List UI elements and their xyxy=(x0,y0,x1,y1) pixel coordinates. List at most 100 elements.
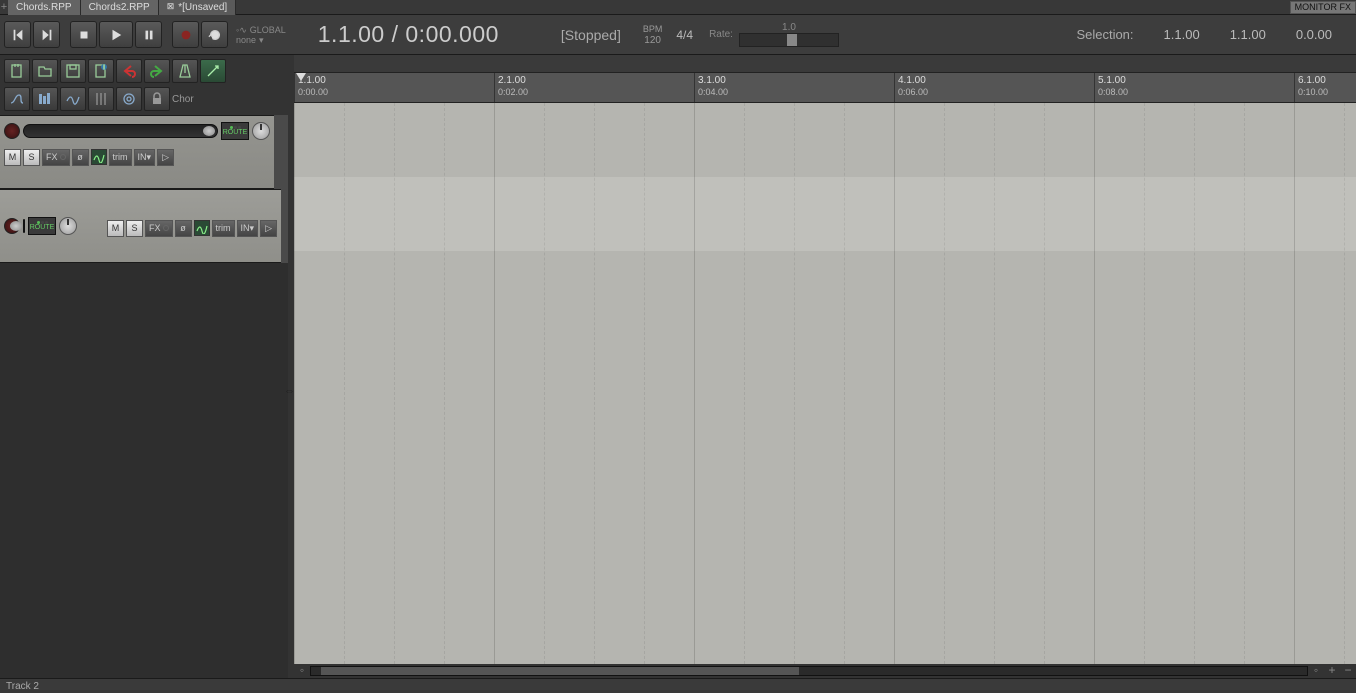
gridline-beat xyxy=(1244,103,1245,664)
add-tab-button[interactable]: + xyxy=(0,1,8,14)
project-tab[interactable]: Chords2.RPP xyxy=(81,0,159,15)
transport-bar: ◦∿GLOBAL none▾ 1.1.00 / 0:00.000 [Stoppe… xyxy=(0,15,1356,55)
project-tab[interactable]: Chords.RPP xyxy=(8,0,81,15)
gridline-beat xyxy=(1144,103,1145,664)
envelope-button[interactable] xyxy=(91,149,107,165)
project-settings-button[interactable]: i xyxy=(88,59,114,83)
ruler-mark: 5.1.000:08.00 xyxy=(1094,73,1128,102)
gridline-bar xyxy=(694,103,695,664)
project-tab-bar: + Chords.RPP Chords2.RPP ⊠ *[Unsaved] MO… xyxy=(0,0,1356,15)
timesig-display[interactable]: 4/4 xyxy=(676,28,693,42)
route-button[interactable]: ROUTE xyxy=(28,217,56,235)
main-toolbar: i Chor xyxy=(0,55,288,115)
global-automation-mode[interactable]: ◦∿GLOBAL none▾ xyxy=(236,25,286,45)
phase-button[interactable]: ø xyxy=(72,149,89,166)
chevron-down-icon: ▾ xyxy=(259,35,264,45)
pause-button[interactable] xyxy=(135,21,162,48)
track-panel[interactable]: ROUTE M S FX ø trim IN ▾ ▷ xyxy=(0,115,274,189)
ruler-mark: 6.1.000:10.00 xyxy=(1294,73,1328,102)
solo-button[interactable]: S xyxy=(23,149,40,166)
scroll-left-button[interactable]: ◦ xyxy=(294,664,310,678)
ruler-mark: 1.1.000:00.00 xyxy=(294,73,328,102)
envelope-button[interactable] xyxy=(194,220,210,236)
selection-display: Selection: 1.1.00 1.1.00 0.0.00 xyxy=(1076,27,1352,42)
repeat-button[interactable] xyxy=(201,21,228,48)
ruler-mark: 2.1.000:02.00 xyxy=(494,73,528,102)
gridline-beat xyxy=(994,103,995,664)
monitor-fx-button[interactable]: MONITOR FX xyxy=(1290,1,1356,14)
record-arm-button[interactable] xyxy=(4,123,20,139)
play-button[interactable] xyxy=(99,21,133,48)
open-project-button[interactable] xyxy=(32,59,58,83)
scroll-right-button[interactable]: ◦ xyxy=(1308,664,1324,678)
grid-lines-button[interactable] xyxy=(88,87,114,111)
record-mode-button[interactable]: ▷ xyxy=(157,149,174,166)
trim-button[interactable]: trim xyxy=(212,220,235,237)
horizontal-scrollbar[interactable]: ◦ ◦ + − xyxy=(294,664,1356,678)
input-button[interactable]: IN ▾ xyxy=(237,220,259,237)
zoom-in-button[interactable]: + xyxy=(1324,664,1340,678)
scrollbar-track[interactable] xyxy=(310,666,1308,676)
playrate-slider[interactable] xyxy=(739,33,839,47)
tab-label: *[Unsaved] xyxy=(178,2,227,13)
pan-knob[interactable] xyxy=(59,217,77,235)
envelope-move-button[interactable] xyxy=(60,87,86,111)
mute-button[interactable]: M xyxy=(4,149,21,166)
gridline-bar xyxy=(1094,103,1095,664)
close-tab-icon[interactable]: ⊠ xyxy=(167,2,175,12)
locking-button[interactable] xyxy=(144,87,170,111)
go-to-start-button[interactable] xyxy=(4,21,31,48)
volume-slider[interactable] xyxy=(23,124,218,138)
ruler-mark: 3.1.000:04.00 xyxy=(694,73,728,102)
phase-button[interactable]: ø xyxy=(175,220,192,237)
undo-button[interactable] xyxy=(116,59,142,83)
selection-end[interactable]: 1.1.00 xyxy=(1230,27,1266,42)
bpm-display[interactable]: BPM 120 xyxy=(643,23,663,47)
arrange-area[interactable] xyxy=(294,103,1356,664)
gridline-beat xyxy=(344,103,345,664)
ripple-edit-button[interactable] xyxy=(116,87,142,111)
save-project-button[interactable] xyxy=(60,59,86,83)
record-button[interactable] xyxy=(172,21,199,48)
gridline-beat xyxy=(844,103,845,664)
go-to-end-button[interactable] xyxy=(33,21,60,48)
gridline-beat xyxy=(944,103,945,664)
mute-button[interactable]: M xyxy=(107,220,124,237)
fx-bypass-icon[interactable] xyxy=(163,225,169,231)
item-mixing-button[interactable] xyxy=(32,87,58,111)
gridline-bar xyxy=(1294,103,1295,664)
project-overview[interactable] xyxy=(294,55,1356,73)
gridline-beat xyxy=(1344,103,1345,664)
fx-button[interactable]: FX xyxy=(145,220,173,237)
input-button[interactable]: IN ▾ xyxy=(134,149,156,166)
toolbar-toggle-button[interactable] xyxy=(200,59,226,83)
transport-state: [Stopped] xyxy=(561,27,621,43)
trim-button[interactable]: trim xyxy=(109,149,132,166)
project-tab-active[interactable]: ⊠ *[Unsaved] xyxy=(159,0,236,15)
gridline-beat xyxy=(1194,103,1195,664)
route-button[interactable]: ROUTE xyxy=(221,122,249,140)
selection-length[interactable]: 0.0.00 xyxy=(1296,27,1332,42)
redo-button[interactable] xyxy=(144,59,170,83)
track-panel-selected[interactable]: ROUTE M S FX ø trim IN ▾ ▷ xyxy=(0,189,281,263)
pan-knob[interactable] xyxy=(252,122,270,140)
scrollbar-thumb[interactable] xyxy=(321,667,799,675)
new-project-button[interactable] xyxy=(4,59,30,83)
auto-crossfade-button[interactable] xyxy=(4,87,30,111)
volume-slider[interactable] xyxy=(23,219,25,233)
gridline-beat xyxy=(594,103,595,664)
zoom-out-button[interactable]: − xyxy=(1340,664,1356,678)
stop-button[interactable] xyxy=(70,21,97,48)
selection-start[interactable]: 1.1.00 xyxy=(1164,27,1200,42)
gridline-bar xyxy=(494,103,495,664)
chevron-down-icon: ▾ xyxy=(147,152,152,163)
solo-button[interactable]: S xyxy=(126,220,143,237)
fx-button[interactable]: FX xyxy=(42,149,70,166)
transport-timecode[interactable]: 1.1.00 / 0:00.000 xyxy=(318,21,499,48)
fx-bypass-icon[interactable] xyxy=(60,154,66,160)
playrate-value[interactable]: 1.0 xyxy=(739,22,839,33)
timeline-ruler[interactable]: 1.1.000:00.002.1.000:02.003.1.000:04.004… xyxy=(294,73,1356,103)
tab-label: Chords2.RPP xyxy=(89,2,150,13)
metronome-button[interactable] xyxy=(172,59,198,83)
record-mode-button[interactable]: ▷ xyxy=(260,220,277,237)
